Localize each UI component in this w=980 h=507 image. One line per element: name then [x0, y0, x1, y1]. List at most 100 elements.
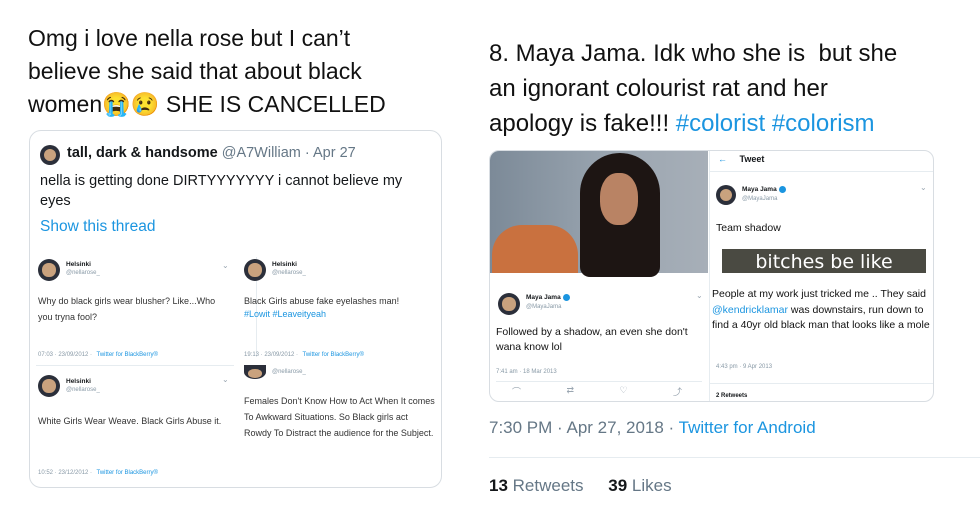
left-caption-line2: believe she said that about black — [28, 58, 362, 84]
retweets-stat[interactable]: 13 Retweets — [489, 476, 588, 495]
photo-tweet: Maya Jama @MayaJama ⌄ Followed by a shad… — [490, 279, 708, 401]
avatar — [244, 259, 266, 281]
retweet-icon: ⇄ — [566, 385, 574, 395]
embedded-source: Twitter for BlackBerry® — [302, 352, 364, 358]
tweet-panel-second-text: People at my work just tricked me .. The… — [712, 287, 930, 334]
divider — [710, 383, 933, 384]
avatar[interactable] — [40, 145, 60, 165]
embedded-text: Black Girls abuse fake eyelashes man! — [244, 296, 400, 306]
likes-label: Likes — [631, 476, 672, 495]
meta-divider — [489, 457, 980, 458]
tweet-panel-title: Tweet — [739, 154, 765, 164]
right-caption: 8. Maya Jama. Idk who she is but she an … — [489, 36, 969, 141]
hashtag-colorist[interactable]: #colorist — [676, 110, 765, 137]
embedded-tweet-4: @nellarose_ Females Don't Know How to Ac… — [242, 365, 437, 477]
left-caption-line3-end: SHE IS CANCELLED — [165, 91, 386, 117]
retweets-label: Retweets — [512, 476, 584, 495]
tweet-panel-name-text: Maya Jama — [742, 186, 777, 194]
embedded-source: Twitter for BlackBerry® — [96, 470, 158, 476]
crying-face-emoji-icon: 😢 — [130, 91, 160, 117]
photo-jacket — [492, 225, 578, 273]
embedded-tweet-2: Helsinki @nellarose_ Black Girls abuse f… — [242, 257, 437, 369]
action-icons: ⌒ ⇄ ♡ ⤴ — [512, 385, 682, 398]
tweet-panel-second-time: 4:43 pm · 9 Apr 2013 — [716, 364, 773, 370]
quoted-tweet-card[interactable]: tall, dark & handsome @A7William · Apr 2… — [29, 130, 442, 488]
tweet-date[interactable]: · Apr 27 — [305, 145, 356, 161]
photo-tweet-time: 7:41 am · 18 Mar 2013 — [496, 369, 557, 375]
left-caption-line3-start: women — [28, 91, 103, 117]
embedded-screenshots: Helsinki @nellarose_ ⌄ Why do black girl… — [30, 247, 441, 487]
avatar — [498, 293, 520, 315]
embedded-name: Helsinki — [66, 378, 91, 385]
tweet-panel-header: ← Tweet — [718, 154, 764, 164]
embedded-text: Females Don't Know How to Act When It co… — [244, 396, 435, 438]
avatar — [38, 259, 60, 281]
embedded-time: 07:03 · 23/09/2012 · — [38, 352, 93, 358]
tweet-meta: 7:30 PM · Apr 27, 2018 · Twitter for And… — [489, 418, 816, 438]
show-thread-link[interactable]: Show this thread — [40, 218, 155, 236]
embedded-tweet-3: Helsinki @nellarose_ ⌄ White Girls Wear … — [36, 375, 234, 480]
embedded-time: 19:13 · 23/09/2012 · — [244, 352, 299, 358]
user-handle[interactable]: @A7William — [222, 145, 301, 161]
tweet-stats: 13 Retweets 39 Likes — [489, 476, 672, 496]
embedded-meta: 07:03 · 23/09/2012 · Twitter for BlackBe… — [38, 343, 158, 361]
like-icon: ♡ — [619, 385, 628, 395]
embedded-meta: 19:13 · 23/09/2012 · Twitter for BlackBe… — [244, 343, 364, 361]
embedded-name: Helsinki — [272, 261, 297, 268]
avatar — [244, 365, 266, 379]
tweet-panel-text: Team shadow — [716, 222, 781, 234]
embedded-meta: 10:52 · 23/12/2012 · Twitter for BlackBe… — [38, 461, 158, 479]
embedded-source: Twitter for BlackBerry® — [96, 352, 158, 358]
avatar — [38, 375, 60, 397]
photo-tweet-name: Maya Jama — [526, 294, 570, 301]
right-caption-line3-start: apology is fake!!! — [489, 110, 670, 137]
right-caption-line3: apology is fake!!! #colorist #colorism — [489, 106, 969, 141]
grid-divider — [36, 365, 234, 366]
right-caption-line1: 8. Maya Jama. Idk who she is but she — [489, 40, 898, 67]
mention-link[interactable]: @kendricklamar — [712, 304, 788, 316]
tweet-timestamp[interactable]: 7:30 PM · Apr 27, 2018 · — [489, 418, 674, 437]
back-arrow-icon: ← — [718, 154, 727, 164]
embedded-name: Helsinki — [66, 261, 91, 268]
photo-face — [600, 173, 638, 225]
embedded-time: 10:52 · 23/12/2012 · — [38, 470, 93, 476]
photo-tweet-handle: @MayaJama — [526, 304, 562, 310]
photo-tweet-text: Followed by a shadow, an even she don't … — [496, 326, 688, 353]
photo-tweet-name-text: Maya Jama — [526, 294, 561, 302]
meme-caption: bitches be like — [755, 251, 893, 273]
chevron-down-icon: ⌄ — [222, 375, 229, 384]
verified-badge-icon — [778, 186, 786, 193]
embedded-text: Why do black girls wear blusher? Like...… — [38, 296, 216, 322]
hashtag-colorism[interactable]: #colorism — [772, 110, 875, 137]
reply-icon: ⌒ — [512, 387, 522, 397]
loudly-crying-emoji-icon: 😭 — [102, 91, 131, 117]
share-icon: ⤴ — [672, 387, 682, 397]
embedded-handle: @nellarose_ — [66, 270, 100, 276]
left-caption: Omg i love nella rose but I can’t believ… — [28, 22, 428, 121]
verified-badge-icon — [562, 294, 570, 301]
chevron-down-icon: ⌄ — [696, 291, 703, 300]
divider — [710, 171, 933, 172]
tweet-source-link[interactable]: Twitter for Android — [679, 418, 816, 437]
meme-image: bitches be like — [722, 249, 926, 273]
second-text-a: People at my work just tricked me .. The… — [712, 288, 926, 300]
tweet-panel: ← Tweet Maya Jama @MayaJama ⌄ Team shado… — [710, 151, 933, 401]
tweet-text: nella is getting done DIRTYYYYYYY i cann… — [40, 173, 403, 209]
retweets-count: 13 — [489, 476, 508, 495]
embedded-handle: @nellarose_ — [272, 270, 306, 276]
avatar — [716, 185, 736, 205]
chevron-down-icon: ⌄ — [222, 261, 229, 270]
likes-stat[interactable]: 39 Likes — [608, 476, 671, 495]
embedded-handle: @nellarose_ — [66, 387, 100, 393]
portrait-photo — [490, 151, 708, 277]
display-name[interactable]: tall, dark & handsome — [67, 145, 218, 161]
retweets-cut-label: 2 Retweets — [716, 393, 748, 399]
embedded-handle: @nellarose_ — [272, 369, 306, 375]
embedded-tweet-1: Helsinki @nellarose_ ⌄ Why do black girl… — [36, 257, 234, 369]
divider — [496, 381, 702, 382]
embedded-hashtags: #Lowit #Leaveityeah — [244, 309, 327, 319]
tweet-panel-name: Maya Jama — [742, 186, 786, 193]
tweet-header: tall, dark & handsome @A7William · Apr 2… — [67, 145, 356, 161]
tweet-panel-handle: @MayaJama — [742, 196, 778, 202]
tweet-media-image[interactable]: Maya Jama @MayaJama ⌄ Followed by a shad… — [489, 150, 934, 402]
